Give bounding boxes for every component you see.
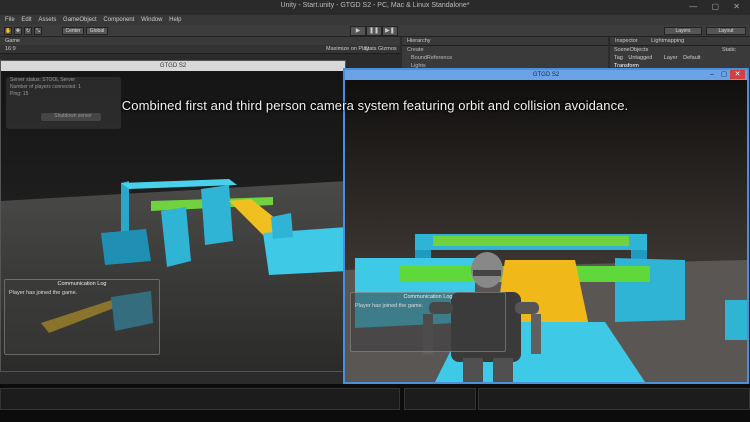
- game-tab-label: Game: [5, 38, 20, 44]
- static-checkbox[interactable]: Static: [722, 46, 736, 54]
- playback-controls: ▶ ❚❚ ▶❚: [350, 26, 398, 36]
- menu-bar: File Edit Assets GameObject Component Wi…: [0, 15, 750, 25]
- layer-label: Layer: [663, 55, 678, 61]
- game-panel-bar: 16:9 Maximize on Play Stats Gizmos: [0, 45, 400, 54]
- aspect-dropdown[interactable]: 16:9: [5, 46, 16, 52]
- app-title: Unity - Start.unity - GTGD S2 - PC, Mac …: [280, 2, 470, 9]
- layout-dropdown[interactable]: Layout: [706, 27, 746, 35]
- inspector-tab[interactable]: Inspector Lightmapping: [610, 37, 750, 46]
- app-titlebar: Unity - Start.unity - GTGD S2 - PC, Mac …: [0, 0, 750, 15]
- preview-panel: [478, 388, 750, 410]
- right-window-controls: – ▢ ✕: [706, 70, 745, 80]
- hierarchy-item[interactable]: BoundReference: [406, 54, 608, 62]
- maximize-icon[interactable]: ▢: [718, 70, 730, 79]
- main-toolbar: ✋ ✥ ↻ ⤡ Center Global ▶ ❚❚ ▶❚ Layers Lay…: [0, 25, 750, 37]
- communication-log-message: Player has joined the game.: [355, 303, 424, 309]
- inspector-object-name[interactable]: SceneObjects: [614, 47, 648, 53]
- hierarchy-tab[interactable]: Hierarchy: [402, 37, 608, 46]
- gizmos-dropdown[interactable]: Gizmos: [378, 45, 397, 53]
- rotate-tool-button[interactable]: ↻: [24, 27, 32, 35]
- green-beam: [433, 236, 629, 246]
- play-button[interactable]: ▶: [350, 26, 366, 36]
- inspector-panel: SceneObjects Static Tag Untagged Layer D…: [610, 46, 750, 69]
- maximize-on-play-toggle[interactable]: Maximize on Play: [326, 45, 369, 53]
- menu-window[interactable]: Window: [141, 17, 162, 23]
- tag-label: Tag: [614, 55, 623, 61]
- space-toggle[interactable]: Global: [86, 27, 108, 35]
- project-panel: [0, 388, 400, 410]
- communication-log-right: Communication Log Player has joined the …: [350, 292, 506, 352]
- hierarchy-panel: Create BoundReference Lights: [402, 46, 608, 69]
- shutdown-server-button[interactable]: Shutdown server: [41, 113, 101, 121]
- lightmapping-tab[interactable]: Lightmapping: [651, 38, 684, 44]
- server-status-line: Server status: STOOL Server: [10, 77, 76, 83]
- video-caption: Combined first and third person camera s…: [121, 98, 629, 113]
- inspector-tab-label: Inspector: [615, 38, 638, 44]
- right-window-title: GTGD S2: [345, 70, 747, 80]
- console-panel: [404, 388, 476, 410]
- bottom-panel: [0, 384, 750, 422]
- step-button[interactable]: ▶❚: [382, 26, 398, 36]
- tag-dropdown[interactable]: Untagged: [628, 55, 652, 61]
- stats-toggle[interactable]: Stats: [364, 45, 377, 53]
- window-controls[interactable]: — ▢ ✕: [689, 2, 746, 11]
- menu-assets[interactable]: Assets: [38, 17, 56, 23]
- move-tool-button[interactable]: ✥: [14, 27, 22, 35]
- hierarchy-create-button[interactable]: Create: [402, 46, 608, 54]
- menu-help[interactable]: Help: [169, 17, 181, 23]
- hierarchy-tab-label: Hierarchy: [407, 38, 431, 44]
- communication-log-message: Player has joined the game.: [9, 290, 78, 296]
- communication-log-left: Communication Log Player has joined the …: [4, 279, 160, 355]
- pause-button[interactable]: ❚❚: [366, 26, 382, 36]
- menu-gameobject[interactable]: GameObject: [63, 17, 97, 23]
- menu-edit[interactable]: Edit: [21, 17, 31, 23]
- server-status-line: Number of players connected: 1: [10, 84, 81, 90]
- menu-component[interactable]: Component: [103, 17, 134, 23]
- hand-tool-button[interactable]: ✋: [4, 27, 12, 35]
- server-status-line: Ping: 15: [10, 91, 29, 97]
- layer-dropdown[interactable]: Default: [683, 55, 700, 61]
- left-window-title: GTGD S2: [1, 61, 345, 71]
- menu-file[interactable]: File: [5, 17, 15, 23]
- communication-log-title: Communication Log: [403, 294, 453, 300]
- pivot-toggle[interactable]: Center: [62, 27, 84, 35]
- minimize-icon[interactable]: –: [706, 70, 718, 79]
- communication-log-title: Communication Log: [57, 281, 107, 287]
- right-game-window: GTGD S2 – ▢ ✕ Communication Log Player h…: [343, 68, 749, 384]
- scale-tool-button[interactable]: ⤡: [34, 27, 42, 35]
- close-icon[interactable]: ✕: [730, 70, 745, 79]
- layers-dropdown[interactable]: Layers: [664, 27, 702, 35]
